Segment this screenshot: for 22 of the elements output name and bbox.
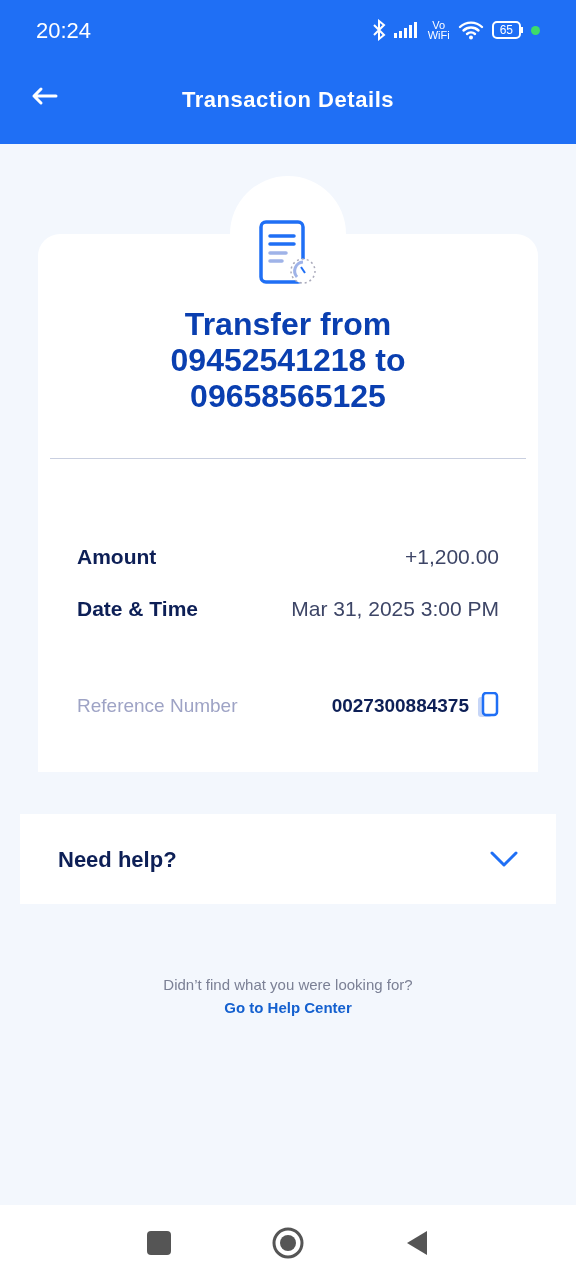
home-button[interactable] [271, 1225, 305, 1260]
recents-button[interactable] [147, 1230, 171, 1255]
wifi-icon [457, 20, 484, 40]
detail-value: +1,200.00 [405, 544, 499, 570]
reference-label: Reference Number [77, 694, 238, 718]
bluetooth-icon [371, 19, 386, 41]
detail-value: Mar 31, 2025 3:00 PM [291, 595, 499, 622]
reference-value: 0027300884375 [331, 694, 469, 718]
screen-title: Transaction Details [181, 85, 395, 114]
need-help-row[interactable]: Need help? [20, 814, 556, 904]
help-center-link[interactable]: Go to Help Center [224, 996, 352, 1019]
vowifi-label: Vo WiFi [427, 20, 450, 40]
signal-icon [393, 22, 420, 38]
back-button[interactable] [30, 86, 58, 106]
detail-label: Amount [77, 544, 157, 570]
transfer-title: Transfer from 09452541218 to 09658565125 [169, 306, 407, 414]
back-nav-button[interactable] [405, 1228, 429, 1257]
back-arrow-icon [30, 86, 58, 106]
help-prompt: Didn’t find what you were looking for? [163, 975, 413, 995]
status-time: 20:24 [36, 16, 92, 45]
detail-label: Date & Time [77, 595, 198, 622]
battery-icon: 65 [491, 21, 523, 39]
